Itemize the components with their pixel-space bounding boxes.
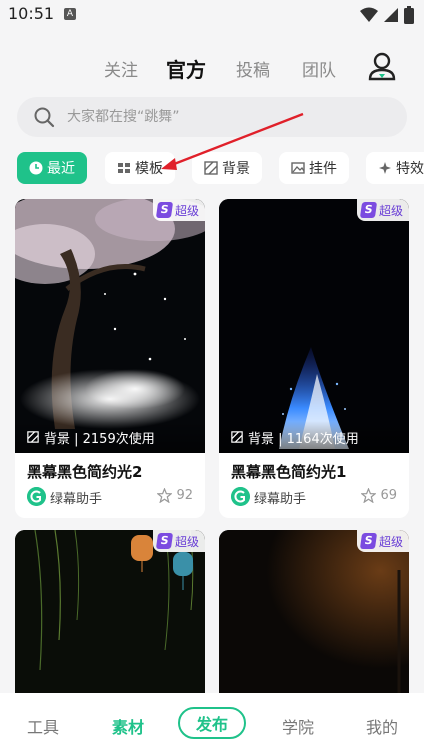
material-card[interactable]: S 超级 (219, 530, 409, 693)
tab-submissions[interactable]: 投稿 (236, 56, 270, 81)
usage-text: 背景 | 2159次使用 (44, 431, 155, 447)
lantern-willow-image (15, 530, 205, 693)
chip-pendant[interactable]: 挂件 (279, 152, 349, 184)
like-button[interactable]: 69 (361, 488, 397, 503)
chip-label: 挂件 (309, 161, 337, 177)
chip-template[interactable]: 模板 (105, 152, 175, 184)
chip-recent[interactable]: 最近 (17, 152, 87, 184)
card-usage: 背景 | 2159次使用 (15, 421, 205, 453)
template-icon (118, 163, 130, 173)
super-badge: S 超级 (152, 530, 205, 552)
card-thumbnail: S 超级 (219, 530, 409, 693)
nav-academy[interactable]: 学院 (282, 714, 314, 738)
image-icon (291, 162, 305, 174)
super-badge: S 超级 (356, 530, 409, 552)
author-avatar[interactable] (231, 487, 250, 506)
badge-label: 超级 (174, 534, 199, 549)
sparkle-icon (379, 162, 391, 174)
background-icon (204, 161, 218, 175)
super-s-icon: S (155, 202, 174, 218)
status-time: 10:51 (8, 4, 55, 23)
badge-label: 超级 (378, 534, 403, 549)
background-icon (27, 431, 39, 443)
battery-icon (404, 6, 414, 24)
super-badge: S 超级 (152, 199, 205, 221)
search-bar[interactable] (17, 97, 407, 137)
wifi-icon (360, 7, 378, 22)
blue-light-image (219, 199, 409, 453)
author-name[interactable]: 绿幕助手 (50, 488, 102, 507)
card-thumbnail: S 超级 背景 | 2159次使用 (15, 199, 205, 453)
nav-publish-button[interactable]: 发布 (178, 707, 246, 739)
chip-label: 特效 (396, 161, 424, 177)
bottom-nav: 工具 素材 发布 学院 我的 (0, 693, 424, 755)
super-s-icon: S (359, 202, 378, 218)
card-thumbnail: S 超级 (15, 530, 205, 693)
status-bar: 10:51 A (0, 0, 424, 30)
star-icon (157, 488, 173, 503)
background-icon (231, 431, 243, 443)
card-meta: 绿幕助手 69 (219, 483, 409, 515)
search-input[interactable] (67, 97, 387, 137)
signal-icon (384, 8, 398, 22)
card-thumbnail: S 超级 背景 | 1164次使用 (219, 199, 409, 453)
like-count: 92 (176, 488, 193, 503)
nav-tools[interactable]: 工具 (27, 714, 59, 738)
status-icons (360, 6, 414, 24)
star-icon (361, 488, 377, 503)
material-card[interactable]: S 超级 (15, 530, 205, 693)
search-icon (34, 107, 55, 128)
chip-label: 背景 (222, 161, 250, 177)
badge-label: 超级 (174, 203, 199, 218)
tab-team[interactable]: 团队 (302, 56, 336, 81)
material-card[interactable]: S 超级 背景 | 2159次使用 黑幕黑色简约光2 绿幕助手 92 (15, 199, 205, 518)
card-meta: 绿幕助手 92 (15, 483, 205, 515)
nav-mine[interactable]: 我的 (366, 714, 398, 738)
notification-icon: A (64, 8, 76, 20)
tab-follow[interactable]: 关注 (104, 56, 138, 81)
like-button[interactable]: 92 (157, 488, 193, 503)
nav-materials[interactable]: 素材 (112, 714, 144, 738)
card-title: 黑幕黑色简约光2 (27, 463, 143, 481)
clock-icon (29, 161, 43, 175)
category-chips: 最近 模板 背景 挂件 特效 (0, 152, 424, 186)
material-card[interactable]: S 超级 背景 | 1164次使用 黑幕黑色简约光1 绿幕助手 69 (219, 199, 409, 518)
chip-label: 最近 (47, 161, 75, 177)
super-badge: S 超级 (356, 199, 409, 221)
blossom-tree-image (15, 199, 205, 453)
chip-background[interactable]: 背景 (192, 152, 262, 184)
like-count: 69 (380, 488, 397, 503)
usage-text: 背景 | 1164次使用 (248, 431, 359, 447)
badge-label: 超级 (378, 203, 403, 218)
dark-lamp-image (219, 530, 409, 693)
chip-label: 模板 (135, 161, 163, 177)
super-s-icon: S (155, 533, 174, 549)
card-usage: 背景 | 1164次使用 (219, 421, 409, 453)
card-title: 黑幕黑色简约光1 (231, 463, 347, 481)
tab-official[interactable]: 官方 (166, 54, 206, 83)
top-tab-bar: 关注 官方 投稿 团队 (0, 48, 424, 88)
author-avatar[interactable] (27, 487, 46, 506)
chip-effects[interactable]: 特效 (366, 152, 424, 184)
author-name[interactable]: 绿幕助手 (254, 488, 306, 507)
user-profile-icon[interactable] (368, 52, 396, 82)
super-s-icon: S (359, 533, 378, 549)
